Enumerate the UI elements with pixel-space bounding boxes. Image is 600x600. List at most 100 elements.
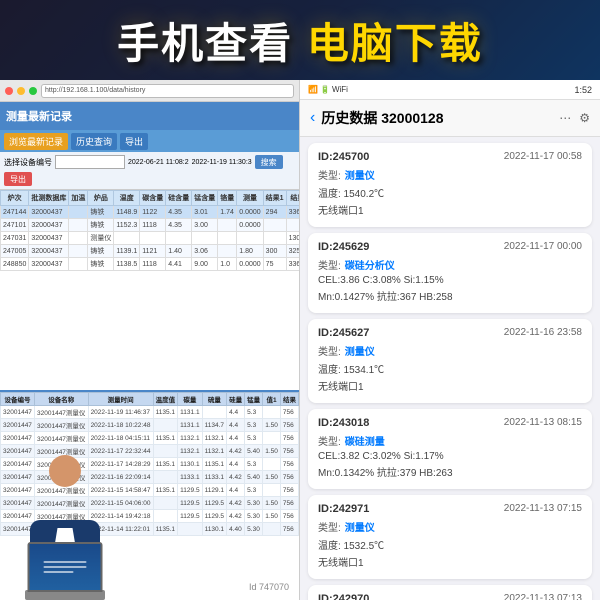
card-header: ID:245627 2022-11-16 23:58 [318,327,582,339]
card-data-port: 无线端口1 [318,202,582,217]
mobile-card-5[interactable]: ID:242971 2022-11-13 07:15 类型: 测量仪 温度: 1… [308,495,592,579]
nav-btn-latest[interactable]: 浏览最新记录 [4,133,68,150]
card-date: 2022-11-17 00:58 [504,151,582,163]
pc-filter-bar: 选择设备编号 2022-06-21 11:08:2 2022-11-19 11:… [0,152,299,190]
col-result2: 结果2 [286,191,299,206]
table-row: 24885032000437铸铁 1138.511184.419.00 1.00… [1,258,300,271]
pc-app-title: 测量最新记录 [6,108,72,124]
pc-toolbar: 测量最新记录 [0,102,299,130]
pc-nav: 浏览最新记录 历史查询 导出 [0,130,299,152]
card-id: ID:242971 [318,503,369,515]
card-date: 2022-11-13 07:15 [504,503,582,515]
right-panel: 📶 🔋 WiFi 1:52 ‹ 历史数据 32000128 ⋯ ⚙ ID:245… [300,80,600,600]
col-val: 测量 [237,191,263,206]
mobile-header: ‹ 历史数据 32000128 ⋯ ⚙ [300,100,600,137]
table-row: 3200144732001447测量仪2022-11-14 19:42:18 1… [1,510,299,523]
card-data-cel: CEL:3.82 C:3.02% Si:1.17% [318,451,582,462]
id-badge: Id 747070 [249,582,289,592]
browser-max-dot[interactable] [29,87,37,95]
mobile-page-title: 历史数据 32000128 [321,108,553,128]
col-cr: 铬量 [218,191,237,206]
mobile-statusbar: 📶 🔋 WiFi 1:52 [300,80,600,100]
mobile-card-2[interactable]: ID:245629 2022-11-17 00:00 类型: 碳硅分析仪 CEL… [308,233,592,313]
mobile-card-1[interactable]: ID:245700 2022-11-17 00:58 类型: 测量仪 温度: 1… [308,143,592,227]
card-id: ID:245700 [318,151,369,163]
pc-bottom-section: 设备编号 设备名称 测量时间 温度值 碳量 硫量 硅量 锰量 值1 结果 [0,390,299,600]
col-product: 炉品 [88,191,114,206]
mobile-card-4[interactable]: ID:243018 2022-11-13 08:15 类型: 碳硅测量 CEL:… [308,409,592,489]
table-row: 3200144732001447测量仪2022-11-17 14:28:29 1… [1,458,299,471]
pc-app: 测量最新记录 浏览最新记录 历史查询 导出 选择设备编号 2022-06-21 … [0,102,299,600]
card-type-row: 类型: 测量仪 [318,167,582,182]
table-row: 3200144732001447测量仪2022-11-19 11:46:37 1… [1,406,299,419]
top-banner: 手机查看 电脑下载 [0,0,600,80]
card-date: 2022-11-13 08:15 [504,417,582,429]
card-data-temp: 温度: 1534.1℃ [318,361,582,376]
main-content: http://192.168.1.100/data/history 测量最新记录… [0,80,600,600]
col-heat: 加温 [69,191,88,206]
card-data-port: 无线端口1 [318,378,582,393]
card-data-mn: Mn:0.1427% 抗拉:367 HB:258 [318,288,582,303]
browser-address-bar[interactable]: http://192.168.1.100/data/history [41,84,294,98]
col-si: 硅含量 [166,191,192,206]
col-result1: 结果1 [263,191,286,206]
search-button[interactable]: 搜索 [255,155,283,169]
table-row: 3200144732001447测量仪2022-11-15 14:58:47 1… [1,484,299,497]
table-row: 24703132000437测量仪 1307.8 详情 [1,232,300,245]
mobile-card-3[interactable]: ID:245627 2022-11-16 23:58 类型: 测量仪 温度: 1… [308,319,592,403]
card-header: ID:243018 2022-11-13 08:15 [318,417,582,429]
pc-bottom-table: 设备编号 设备名称 测量时间 温度值 碳量 硫量 硅量 锰量 值1 结果 [0,392,299,536]
card-date: 2022-11-13 07:13 [504,593,582,600]
card-type-row: 类型: 碳硅分析仪 [318,257,582,272]
card-id: ID:242970 [318,593,369,600]
table-row: 24710132000437铸铁 1152.311184.353.00 0.00… [1,219,300,232]
filter-device-label: 选择设备编号 [4,157,52,168]
status-time: 1:52 [574,85,592,95]
nav-btn-history[interactable]: 历史查询 [71,133,117,150]
mobile-app[interactable]: ‹ 历史数据 32000128 ⋯ ⚙ ID:245700 2022-11-17… [300,100,600,600]
card-data-temp: 温度: 1532.5℃ [318,537,582,552]
card-data-cel: CEL:3.86 C:3.08% Si:1.15% [318,275,582,286]
col-temp: 温度 [114,191,140,206]
col-mn: 锰含量 [192,191,218,206]
card-header: ID:242971 2022-11-13 07:15 [318,503,582,515]
filter-device-input[interactable] [55,155,125,169]
share-icon[interactable]: ⋯ [559,111,571,125]
left-panel: http://192.168.1.100/data/history 测量最新记录… [0,80,300,600]
table-row: 24700532000437铸铁 1139.111211.403.06 1.80… [1,245,300,258]
card-data-temp: 温度: 1540.2℃ [318,185,582,200]
pc-table-wrap: 炉次 批测数据库 加温 炉品 温度 碳含量 硅含量 锰含量 铬量 测量 结果1 … [0,190,299,365]
table-row: 3200144732001447测量仪2022-11-18 04:15:11 1… [1,432,299,445]
pc-main-table: 炉次 批测数据库 加温 炉品 温度 碳含量 硅含量 锰含量 铬量 测量 结果1 … [0,190,299,271]
nav-btn-export[interactable]: 导出 [120,133,148,150]
back-button[interactable]: ‹ [310,109,315,127]
banner-text: 手机查看 电脑下载 [117,10,483,71]
card-type-row: 类型: 测量仪 [318,343,582,358]
settings-icon[interactable]: ⚙ [579,111,590,125]
table-row: 3200144732001447测量仪2022-11-15 04:06:00 1… [1,497,299,510]
table-row: 3200144732001447测量仪2022-11-18 10:22:48 1… [1,419,299,432]
col-db: 批测数据库 [29,191,69,206]
col-furnace: 炉次 [1,191,29,206]
mobile-header-icons: ⋯ ⚙ [559,111,590,125]
card-id: ID:245629 [318,241,369,253]
card-date: 2022-11-17 00:00 [504,241,582,253]
browser-min-dot[interactable] [17,87,25,95]
card-id: ID:245627 [318,327,369,339]
card-header: ID:245700 2022-11-17 00:58 [318,151,582,163]
table-row: 3200144732001447测量仪2022-11-14 11:22:01 1… [1,523,299,536]
mobile-card-6[interactable]: ID:242970 2022-11-13 07:13 类型: 碳硅分析仪 CEL… [308,585,592,600]
card-data-mn: Mn:0.1342% 抗拉:379 HB:263 [318,464,582,479]
table-row: 3200144732001447测量仪2022-11-16 22:09:14 1… [1,471,299,484]
status-signal: 📶 🔋 WiFi [308,85,348,94]
card-data-port: 无线端口1 [318,554,582,569]
table-row: 3200144732001447测量仪2022-11-17 22:32:44 1… [1,445,299,458]
card-type-row: 类型: 测量仪 [318,519,582,534]
card-date: 2022-11-16 23:58 [504,327,582,339]
browser-close-dot[interactable] [5,87,13,95]
browser-chrome: http://192.168.1.100/data/history [0,80,299,102]
export-button[interactable]: 导出 [4,172,32,186]
card-header: ID:245629 2022-11-17 00:00 [318,241,582,253]
col-c: 碳含量 [140,191,166,206]
card-id: ID:243018 [318,417,369,429]
